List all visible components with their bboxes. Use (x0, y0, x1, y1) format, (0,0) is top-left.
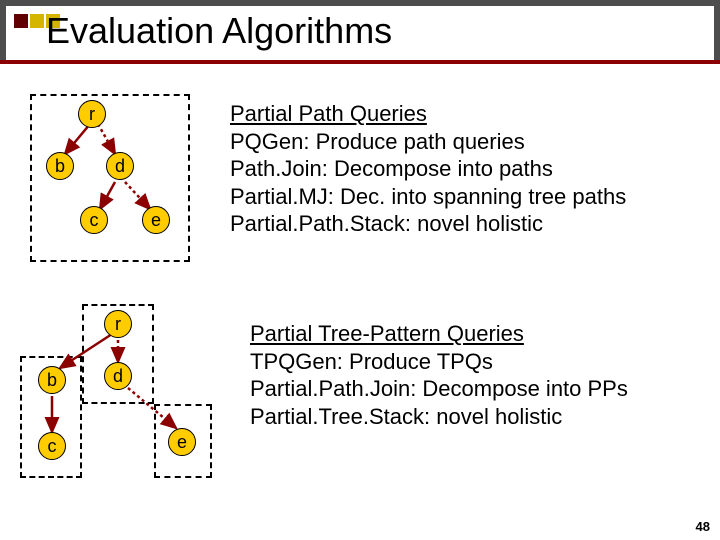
node-r: r (104, 310, 132, 338)
square-icon (14, 14, 28, 28)
section-line: Partial.Tree.Stack: novel holistic (250, 403, 628, 431)
section-heading: Partial Path Queries (230, 100, 626, 128)
node-r: r (78, 100, 106, 128)
node-d: d (104, 362, 132, 390)
node-e: e (168, 428, 196, 456)
section-line: Partial.Path.Stack: novel holistic (230, 210, 626, 238)
section-line: Path.Join: Decompose into paths (230, 155, 626, 183)
section-line: TPQGen: Produce TPQs (250, 348, 628, 376)
section-heading: Partial Tree-Pattern Queries (250, 320, 628, 348)
content: r b d c e Partial Path Queries PQGen: Pr… (0, 64, 720, 484)
square-icon (30, 14, 44, 28)
page-number: 48 (696, 519, 710, 534)
diagram-tree-pattern: r b d c e (20, 304, 220, 484)
node-c: c (80, 206, 108, 234)
section-line: Partial.MJ: Dec. into spanning tree path… (230, 183, 626, 211)
section-line: PQGen: Produce path queries (230, 128, 626, 156)
page-title: Evaluation Algorithms (46, 10, 392, 52)
node-d: d (106, 152, 134, 180)
text-tree-pattern: Partial Tree-Pattern Queries TPQGen: Pro… (250, 304, 628, 430)
title-bar: Evaluation Algorithms (0, 0, 720, 64)
text-partial-path: Partial Path Queries PQGen: Produce path… (230, 94, 626, 238)
node-c: c (38, 432, 66, 460)
node-b: b (38, 366, 66, 394)
row-partial-path: r b d c e Partial Path Queries PQGen: Pr… (0, 94, 720, 264)
section-line: Partial.Path.Join: Decompose into PPs (250, 375, 628, 403)
node-b: b (46, 152, 74, 180)
edges (20, 94, 200, 264)
row-tree-pattern: r b d c e Partial Tree-Pattern Queries T… (0, 304, 720, 484)
diagram-path-queries: r b d c e (20, 94, 200, 264)
node-e: e (142, 206, 170, 234)
